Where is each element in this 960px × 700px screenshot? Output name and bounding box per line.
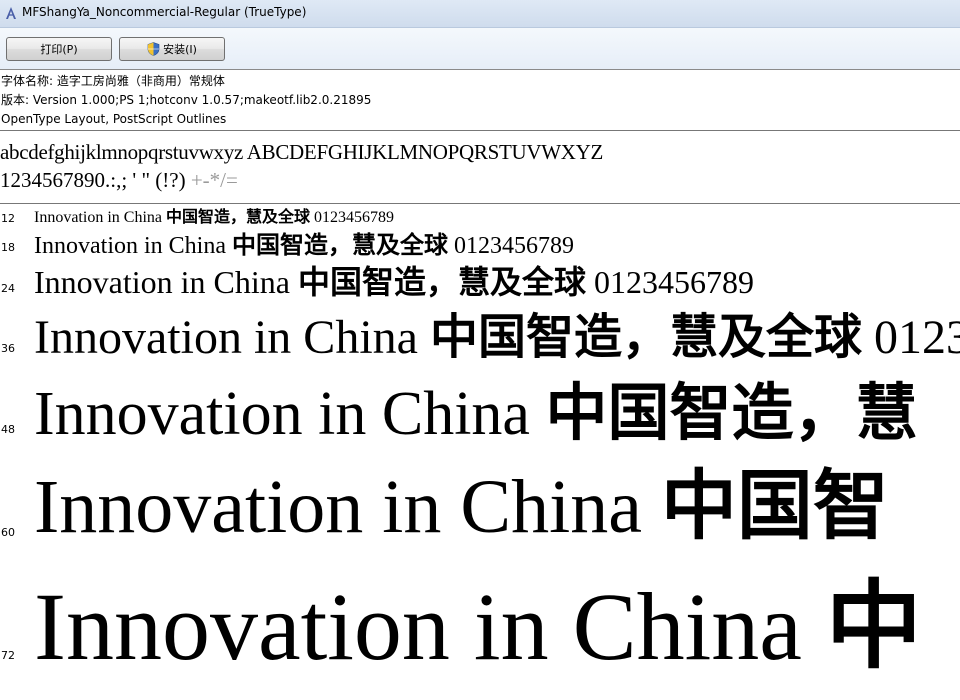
sample-size-label: 24	[1, 282, 15, 295]
sample-digits: 0123456789	[310, 209, 394, 226]
version-line: 版本: Version 1.000;PS 1;hotconv 1.0.57;ma…	[1, 93, 372, 107]
font-name-line: 字体名称: 造字工房尚雅（非商用）常规体	[1, 74, 225, 88]
sample-row: 24 Innovation in China 中国智造，慧及全球 01234567…	[0, 266, 960, 308]
sample-cjk: 中国智造，慧及全球	[165, 207, 310, 226]
sample-latin: Innovation in China	[34, 209, 166, 226]
divider	[0, 203, 960, 204]
print-button[interactable]: 打印(P)	[6, 37, 112, 61]
sample-row: 48 Innovation in China 中国智造，慧	[0, 382, 960, 454]
print-button-label: 打印(P)	[40, 43, 78, 56]
sample-latin: Innovation in China	[34, 465, 661, 549]
toolbar: 打印(P) 安装(I)	[0, 28, 960, 70]
sample-cjk: 中国智造，慧及全球	[429, 309, 862, 365]
sample-row: 18 Innovation in China 中国智造，慧及全球 01234567…	[0, 233, 960, 267]
sample-size-label: 18	[1, 241, 15, 254]
install-button[interactable]: 安装(I)	[119, 37, 225, 61]
sample-text: Innovation in China 中国智	[34, 468, 889, 546]
symbols-text: +-*/=	[185, 168, 238, 192]
digits-line: 1234567890.:,; ' " (!?) +-*/=	[0, 166, 960, 194]
sample-size-label: 48	[1, 423, 15, 436]
sample-row: 12 Innovation in China 中国智造，慧及全球 01234567…	[0, 209, 960, 235]
sample-text: Innovation in China 中国智造，慧及全球 0123456789	[34, 209, 394, 226]
sample-cjk: 中国智造，慧及全球	[231, 231, 448, 259]
divider	[0, 130, 960, 131]
sample-text: Innovation in China 中	[34, 578, 922, 675]
font-info: 字体名称: 造字工房尚雅（非商用）常规体 版本: Version 1.000;P…	[0, 72, 960, 129]
sample-cjk: 中国智造，慧及全球	[297, 263, 586, 301]
sample-digits: 0123456789	[447, 233, 574, 259]
sample-cjk: 中	[825, 570, 922, 682]
digits-text: 1234567890.:,; ' " (!?)	[0, 168, 186, 192]
character-set-preview: abcdefghijklmnopqrstuvwxyz ABCDEFGHIJKLM…	[0, 138, 960, 194]
title-bar[interactable]: MFShangYa_Noncommercial-Regular (TrueTyp…	[0, 0, 960, 28]
install-button-label: 安装(I)	[163, 43, 197, 56]
sample-size-label: 72	[1, 649, 15, 662]
sample-latin: Innovation in China	[34, 233, 232, 259]
format-line: OpenType Layout, PostScript Outlines	[1, 112, 227, 126]
sample-row: 36 Innovation in China 中国智造，慧及全球 0123	[0, 313, 960, 371]
sample-digits: 0123456789	[585, 264, 754, 300]
sample-latin: Innovation in China	[34, 573, 826, 680]
sample-text: Innovation in China 中国智造，慧	[34, 380, 917, 448]
sample-latin: Innovation in China	[34, 380, 546, 448]
sample-size-label: 36	[1, 342, 15, 355]
sample-text: Innovation in China 中国智造，慧及全球 0123456789	[34, 233, 574, 258]
sample-cjk: 中国智	[660, 461, 889, 550]
uac-shield-icon	[147, 42, 160, 56]
sample-latin: Innovation in China	[34, 311, 430, 364]
sample-text: Innovation in China 中国智造，慧及全球 0123456789	[34, 266, 754, 298]
font-viewer-window: MFShangYa_Noncommercial-Regular (TrueTyp…	[0, 0, 960, 700]
sample-text: Innovation in China 中国智造，慧及全球 0123	[34, 313, 960, 362]
sample-row: 60 Innovation in China 中国智	[0, 468, 960, 554]
letters-line: abcdefghijklmnopqrstuvwxyz ABCDEFGHIJKLM…	[0, 140, 603, 164]
sample-latin: Innovation in China	[34, 264, 298, 300]
font-file-icon	[6, 7, 16, 19]
window-title: MFShangYa_Noncommercial-Regular (TrueTyp…	[22, 5, 307, 19]
sample-digits: 0123	[861, 311, 960, 364]
sample-size-label: 60	[1, 526, 15, 539]
sample-size-label: 12	[1, 212, 15, 225]
sample-cjk: 中国智造，慧	[545, 376, 918, 449]
sample-row: 72 Innovation in China 中	[0, 578, 960, 684]
